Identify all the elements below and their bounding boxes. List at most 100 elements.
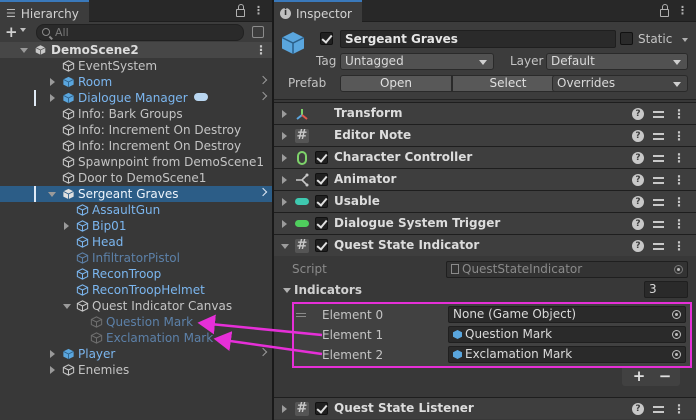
- expand-arrow-icon[interactable]: [50, 366, 55, 374]
- expand-arrow-icon[interactable]: [282, 198, 287, 206]
- hierarchy-item-question-mark[interactable]: Question Mark: [0, 314, 272, 330]
- kebab-menu-icon[interactable]: ⋮: [673, 217, 685, 231]
- add-element-button[interactable]: +: [626, 368, 652, 386]
- component-quest-state-indicator[interactable]: # Quest State Indicator ? ⋮: [274, 234, 696, 256]
- hierarchy-item-player[interactable]: Player: [0, 346, 272, 362]
- filter-icon[interactable]: [252, 26, 264, 38]
- add-object-button[interactable]: +: [5, 23, 18, 41]
- hierarchy-item-sergeant-graves[interactable]: Sergeant Graves: [0, 186, 272, 202]
- open-button[interactable]: Open: [340, 75, 452, 92]
- remove-element-button[interactable]: −: [652, 368, 678, 386]
- hierarchy-item-infiltratorpistol[interactable]: InfiltratorPistol: [0, 250, 272, 266]
- chevron-right-icon[interactable]: [258, 91, 268, 101]
- enabled-checkbox[interactable]: [315, 402, 328, 415]
- help-icon[interactable]: ?: [632, 218, 644, 230]
- hierarchy-item-eventsystem[interactable]: EventSystem: [0, 58, 272, 74]
- component-quest-state-listener[interactable]: # Quest State Listener ? ⋮: [274, 397, 696, 419]
- select-button[interactable]: Select: [452, 75, 564, 92]
- hierarchy-item-info-bark-groups[interactable]: Info: Bark Groups: [0, 106, 272, 122]
- expand-arrow-icon[interactable]: [48, 192, 56, 197]
- hierarchy-item-bip01[interactable]: Bip01: [0, 218, 272, 234]
- object-name-field[interactable]: Sergeant Graves: [340, 30, 616, 48]
- expand-arrow-icon[interactable]: [282, 154, 287, 162]
- static-checkbox[interactable]: [620, 32, 633, 45]
- expand-arrow-icon[interactable]: [282, 405, 287, 413]
- tab-hierarchy[interactable]: ☰ Hierarchy: [0, 0, 89, 22]
- hierarchy-item-recontroop[interactable]: ReconTroop: [0, 266, 272, 282]
- component-transform[interactable]: Transform ? ⋮: [274, 102, 696, 124]
- kebab-menu-icon[interactable]: ⋮: [673, 173, 685, 187]
- chevron-down-icon[interactable]: [682, 38, 688, 42]
- layer-dropdown[interactable]: Default: [546, 53, 688, 70]
- tab-inspector[interactable]: i Inspector: [274, 0, 362, 22]
- kebab-menu-icon[interactable]: ⋮: [673, 239, 685, 253]
- presets-icon[interactable]: [653, 241, 664, 252]
- hierarchy-item-info-increment-1[interactable]: Info: Increment On Destroy: [0, 122, 272, 138]
- help-icon[interactable]: ?: [632, 152, 644, 164]
- lock-icon[interactable]: [236, 4, 245, 17]
- hierarchy-item-head[interactable]: Head: [0, 234, 272, 250]
- search-input[interactable]: All: [36, 24, 244, 41]
- presets-icon[interactable]: [653, 219, 664, 230]
- kebab-menu-icon[interactable]: ⋮: [253, 4, 264, 17]
- enabled-checkbox[interactable]: [315, 151, 328, 164]
- overrides-dropdown[interactable]: Overrides: [552, 75, 688, 92]
- help-icon[interactable]: ?: [632, 240, 644, 252]
- hierarchy-item-quest-indicator-canvas[interactable]: Quest Indicator Canvas: [0, 298, 272, 314]
- expand-arrow-icon[interactable]: [281, 244, 289, 249]
- expand-arrow-icon[interactable]: [282, 110, 287, 118]
- presets-icon[interactable]: [653, 175, 664, 186]
- component-animator[interactable]: Animator ? ⋮: [274, 168, 696, 190]
- help-icon[interactable]: ?: [632, 174, 644, 186]
- chevron-down-icon[interactable]: [20, 28, 26, 32]
- tag-dropdown[interactable]: Untagged: [340, 53, 494, 70]
- expand-arrow-icon[interactable]: [282, 176, 287, 184]
- expand-arrow-icon[interactable]: [50, 78, 55, 86]
- presets-icon[interactable]: [653, 109, 664, 120]
- hierarchy-item-exclamation-mark[interactable]: Exclamation Mark: [0, 330, 272, 346]
- expand-arrow-icon[interactable]: [282, 132, 287, 140]
- hierarchy-item-info-increment-2[interactable]: Info: Increment On Destroy: [0, 138, 272, 154]
- hierarchy-item-assaultgun[interactable]: AssaultGun: [0, 202, 272, 218]
- component-editor-note[interactable]: # Editor Note ? ⋮: [274, 124, 696, 146]
- help-icon[interactable]: ?: [632, 196, 644, 208]
- kebab-menu-icon[interactable]: ⋮: [673, 195, 685, 209]
- hierarchy-item-dialogue-manager[interactable]: Dialogue Manager: [0, 90, 272, 106]
- enabled-checkbox[interactable]: [315, 195, 328, 208]
- component-usable[interactable]: Usable ? ⋮: [274, 190, 696, 212]
- hierarchy-item-door[interactable]: Door to DemoScene1: [0, 170, 272, 186]
- expand-arrow-icon[interactable]: [64, 222, 69, 230]
- help-icon[interactable]: ?: [632, 403, 644, 415]
- enabled-checkbox[interactable]: [315, 217, 328, 230]
- chevron-right-icon[interactable]: [258, 75, 268, 85]
- chevron-right-icon[interactable]: [258, 187, 268, 197]
- indicators-size-field[interactable]: 3: [644, 281, 688, 298]
- kebab-menu-icon[interactable]: ⋮: [673, 129, 685, 143]
- presets-icon[interactable]: [653, 197, 664, 208]
- help-icon[interactable]: ?: [632, 130, 644, 142]
- kebab-menu-icon[interactable]: ⋮: [673, 402, 685, 416]
- lock-icon[interactable]: [660, 4, 669, 17]
- expand-arrow-icon[interactable]: [283, 288, 291, 293]
- component-character-controller[interactable]: Character Controller ? ⋮: [274, 146, 696, 168]
- expand-arrow-icon[interactable]: [282, 220, 287, 228]
- enabled-checkbox[interactable]: [315, 173, 328, 186]
- kebab-menu-icon[interactable]: ⋮: [673, 151, 685, 165]
- kebab-menu-icon[interactable]: ⋮: [255, 42, 267, 58]
- chevron-right-icon[interactable]: [258, 347, 268, 357]
- presets-icon[interactable]: [653, 404, 664, 415]
- expand-arrow-icon[interactable]: [50, 350, 55, 358]
- hierarchy-item-recontroophelmet[interactable]: ReconTroopHelmet: [0, 282, 272, 298]
- scene-row[interactable]: DemoScene2 ⋮: [0, 42, 272, 58]
- kebab-menu-icon[interactable]: ⋮: [673, 107, 685, 121]
- enabled-checkbox[interactable]: [315, 239, 328, 252]
- help-icon[interactable]: ?: [632, 108, 644, 120]
- hierarchy-item-room[interactable]: Room: [0, 74, 272, 90]
- kebab-menu-icon[interactable]: ⋮: [677, 4, 688, 17]
- expand-arrow-icon[interactable]: [20, 48, 28, 53]
- presets-icon[interactable]: [653, 153, 664, 164]
- expand-arrow-icon[interactable]: [50, 94, 55, 102]
- component-dialogue-system-trigger[interactable]: Dialogue System Trigger ? ⋮: [274, 212, 696, 234]
- expand-arrow-icon[interactable]: [63, 304, 71, 309]
- hierarchy-item-spawnpoint[interactable]: Spawnpoint from DemoScene1: [0, 154, 272, 170]
